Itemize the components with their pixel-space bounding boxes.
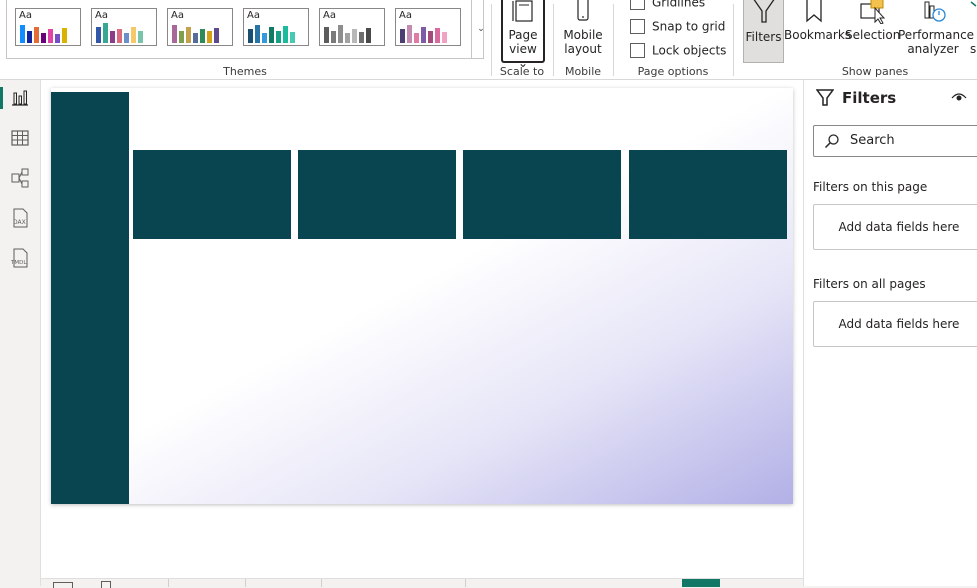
themes-group-label: Themes <box>223 65 267 78</box>
filters-pane-title: Filters <box>842 89 897 107</box>
selection-button-label: Selection <box>845 28 901 42</box>
report-left-banner-shape[interactable] <box>51 92 129 504</box>
theme-aa-label: Aa <box>323 10 336 21</box>
show-panes-group-label: Show panes <box>841 65 909 78</box>
checkbox-box[interactable] <box>630 43 645 58</box>
gallery-more-button[interactable]: ⌄ <box>471 0 490 58</box>
mobile-group-label: Mobile <box>564 65 602 78</box>
theme-swatch-5[interactable]: Aa <box>319 8 385 46</box>
gridlines-checkbox[interactable]: Gridlines <box>630 0 705 11</box>
filters-pane-button[interactable]: Filters <box>743 0 784 63</box>
theme-swatch-3[interactable]: Aa <box>167 8 233 46</box>
theme-swatch-6[interactable]: Aa <box>395 8 461 46</box>
page-nav-icon[interactable] <box>101 581 111 588</box>
performance-label-2: analyzer <box>907 42 959 56</box>
kpi-card-shape-2[interactable] <box>298 150 456 239</box>
eye-icon[interactable] <box>951 91 967 103</box>
filters-on-this-page-label: Filters on this page <box>813 180 928 194</box>
page-view-button[interactable]: Page view ⌄ <box>501 0 545 70</box>
page-view-label-1: Page <box>508 28 538 42</box>
model-view-icon[interactable] <box>10 168 30 188</box>
mobile-layout-label-1: Mobile <box>563 28 603 42</box>
ribbon-divider <box>553 4 554 76</box>
bookmarks-button-label: Bookmarks <box>784 28 852 42</box>
ribbon-divider <box>733 4 734 76</box>
kpi-card-shape-4[interactable] <box>629 150 787 239</box>
sync-slicers-icon <box>970 1 977 7</box>
all-pages-filters-drop-well[interactable]: Add data fields here <box>813 301 977 347</box>
dax-query-icon[interactable]: DAX <box>10 208 30 228</box>
filter-funnel-icon <box>753 0 774 23</box>
performance-analyzer-button[interactable]: Performance analyzer <box>898 0 975 56</box>
performance-label-1: Performance <box>898 28 975 42</box>
bookmarks-pane-button[interactable]: Bookmarks <box>784 0 852 42</box>
ribbon-divider <box>491 4 492 76</box>
snap-to-grid-checkbox[interactable]: Snap to grid <box>630 19 725 35</box>
page-options-group-label: Page options <box>637 65 709 78</box>
theme-aa-label: Aa <box>247 10 260 21</box>
report-view-icon[interactable] <box>10 88 30 108</box>
theme-aa-label: Aa <box>19 10 32 21</box>
filters-on-all-pages-label: Filters on all pages <box>813 277 926 291</box>
selection-pane-button[interactable]: Selection <box>845 0 901 42</box>
gridlines-label: Gridlines <box>652 0 706 10</box>
ribbon: Aa Aa Aa Aa Aa Aa ⌄ Themes Page view ⌄ S… <box>0 0 977 91</box>
theme-swatch-4[interactable]: Aa <box>243 8 309 46</box>
kpi-card-shape-3[interactable] <box>463 150 621 239</box>
kpi-card-shape-1[interactable] <box>133 150 291 239</box>
theme-aa-label: Aa <box>95 10 108 21</box>
ribbon-divider <box>613 4 614 76</box>
theme-swatch-2[interactable]: Aa <box>91 8 157 46</box>
filters-pane: Filters Filters on this page Add data fi… <box>803 80 977 586</box>
page-view-icon <box>512 0 533 22</box>
view-switcher-rail: DAX TMDL <box>0 80 41 586</box>
themes-gallery: Aa Aa Aa Aa Aa Aa ⌄ <box>6 0 485 59</box>
filters-search-box[interactable] <box>813 125 977 157</box>
filters-search-input[interactable] <box>848 132 972 149</box>
theme-aa-label: Aa <box>171 10 184 21</box>
filter-funnel-icon <box>816 89 834 106</box>
page-filters-drop-well[interactable]: Add data fields here <box>813 204 977 250</box>
performance-stopwatch-icon <box>924 1 946 22</box>
dax-icon-text: DAX <box>13 219 26 226</box>
bookmark-icon <box>806 0 822 23</box>
search-icon <box>824 134 839 149</box>
checkbox-box[interactable] <box>630 0 645 10</box>
page-nav-icon[interactable] <box>53 582 73 588</box>
active-view-indicator <box>0 87 3 109</box>
sync-slicers-label-cut: s <box>970 42 977 56</box>
snap-to-grid-label: Snap to grid <box>652 19 726 34</box>
filters-button-label: Filters <box>745 30 782 44</box>
selection-cursor-icon <box>860 0 886 24</box>
checkbox-box[interactable] <box>630 19 645 34</box>
mobile-layout-button[interactable]: Mobile layout <box>560 0 606 56</box>
table-view-icon[interactable] <box>10 128 30 148</box>
lock-objects-checkbox[interactable]: Lock objects <box>630 43 726 59</box>
mobile-layout-label-2: layout <box>564 42 602 56</box>
tmdl-view-icon[interactable]: TMDL <box>10 248 30 268</box>
tmdl-icon-text: TMDL <box>10 260 27 266</box>
theme-swatch-1[interactable]: Aa <box>15 8 81 46</box>
mobile-phone-icon <box>577 0 589 21</box>
theme-aa-label: Aa <box>399 10 412 21</box>
sync-slicers-button[interactable]: s <box>968 0 977 56</box>
lock-objects-label: Lock objects <box>652 43 727 58</box>
